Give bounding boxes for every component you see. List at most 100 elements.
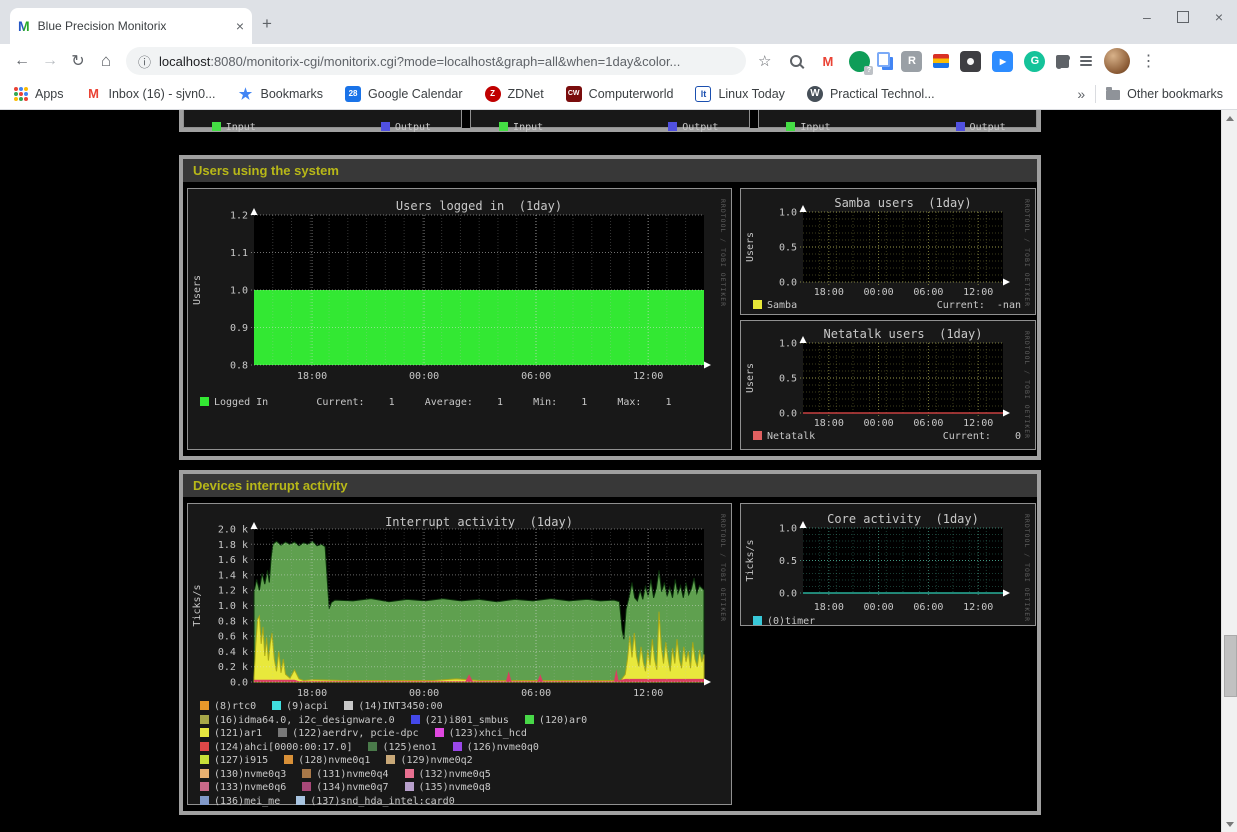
- zdnet-icon: Z: [485, 86, 501, 102]
- copy-icon[interactable]: [877, 52, 890, 67]
- partial-section: InputOutput InputOutput InputOutput: [179, 110, 1041, 132]
- bookmark-label: Apps: [35, 87, 64, 101]
- svg-text:RRDTOOL / TOBI OETIKER: RRDTOOL / TOBI OETIKER: [1023, 331, 1031, 439]
- svg-text:1.8 k: 1.8 k: [218, 540, 248, 551]
- scroll-down-icon[interactable]: [1222, 816, 1237, 832]
- scroll-up-icon[interactable]: [1222, 110, 1237, 126]
- svg-text:Ticks/s: Ticks/s: [745, 539, 756, 581]
- users-logged-in-legend: Logged In Current: 1 Average: 1 Min: 1 M…: [200, 397, 672, 408]
- svg-text:18:00: 18:00: [814, 418, 844, 429]
- svg-text:Core activity (1day): Core activity (1day): [827, 512, 979, 526]
- bookmark-item-wordpress[interactable]: WPractical Technol...: [807, 86, 935, 102]
- bookmark-label: Bookmarks: [261, 87, 324, 101]
- bookmark-star-icon[interactable]: ☆: [758, 52, 771, 70]
- svg-text:1.2 k: 1.2 k: [218, 586, 248, 597]
- interrupt-legend-entry: (136)mei_me: [200, 796, 280, 807]
- media-queue-icon[interactable]: [1080, 56, 1092, 58]
- bookmarks-bar: Apps MInbox (16) - sjvn0... ★Bookmarks 28 Go…: [0, 78, 1237, 110]
- bookmark-item-computerworld[interactable]: CW Computerworld: [566, 86, 674, 102]
- section-title-interrupts: Devices interrupt activity: [183, 474, 1037, 497]
- window-controls: – ×: [1143, 10, 1223, 24]
- users-logged-in-chart[interactable]: Users logged in (1day)0.80.91.01.11.218:…: [187, 188, 732, 450]
- svg-text:18:00: 18:00: [814, 287, 844, 298]
- bookmarks-separator: [1095, 85, 1096, 103]
- svg-text:0.0: 0.0: [230, 678, 248, 689]
- scrollbar-thumb[interactable]: [1224, 635, 1237, 697]
- books-icon[interactable]: [933, 54, 949, 68]
- svg-text:0.0: 0.0: [779, 589, 797, 600]
- svg-text:1.1: 1.1: [230, 248, 248, 259]
- svg-text:12:00: 12:00: [633, 688, 663, 699]
- window-minimize-icon[interactable]: –: [1143, 10, 1151, 24]
- svg-text:00:00: 00:00: [864, 287, 894, 298]
- svg-text:0.9: 0.9: [230, 323, 248, 334]
- bookmark-item-zdnet[interactable]: ZZDNet: [485, 86, 544, 102]
- svg-text:06:00: 06:00: [913, 287, 943, 298]
- svg-text:Ticks/s: Ticks/s: [192, 584, 203, 626]
- svg-text:1.0: 1.0: [779, 208, 797, 219]
- home-icon[interactable]: ⌂: [92, 51, 120, 71]
- svg-text:0.6 k: 0.6 k: [218, 632, 248, 643]
- bookmark-item-star[interactable]: ★Bookmarks: [238, 86, 324, 102]
- computerworld-icon: CW: [566, 86, 582, 102]
- interrupt-activity-chart[interactable]: Interrupt activity (1day)0.00.2 k0.4 k0.…: [187, 503, 732, 805]
- interrupt-legend-entry: (128)nvme0q1: [284, 755, 370, 766]
- bookmark-item-gmail[interactable]: MInbox (16) - sjvn0...: [86, 86, 216, 102]
- svg-text:RRDTOOL / TOBI OETIKER: RRDTOOL / TOBI OETIKER: [1023, 514, 1031, 622]
- browser-tab[interactable]: M Blue Precision Monitorix ×: [10, 8, 252, 44]
- bookmark-label: Google Calendar: [368, 87, 463, 101]
- other-bookmarks-button[interactable]: Other bookmarks: [1106, 87, 1223, 101]
- samba-users-chart[interactable]: Samba users (1day)0.00.51.018:0000:0006:…: [740, 188, 1036, 315]
- interrupt-legend-entry: (124)ahci[0000:00:17.0]: [200, 742, 352, 753]
- bookmarks-overflow-chevron[interactable]: »: [1077, 86, 1085, 102]
- grammarly-icon[interactable]: G: [1024, 51, 1045, 72]
- svg-text:18:00: 18:00: [814, 602, 844, 613]
- page-info-icon[interactable]: ⓘ: [138, 52, 151, 71]
- netatalk-users-legend: NetatalkCurrent: 0: [753, 431, 1021, 442]
- core-activity-legend: (0)timer: [753, 616, 815, 627]
- linux-today-icon: lt: [695, 86, 711, 102]
- interrupt-legend-entry: (121)ar1: [200, 728, 262, 739]
- r-badge-icon[interactable]: R: [901, 51, 922, 72]
- bookmark-label: Computerworld: [589, 87, 674, 101]
- window-close-icon[interactable]: ×: [1215, 10, 1223, 24]
- svg-text:1.6 k: 1.6 k: [218, 555, 248, 566]
- chrome-menu-icon[interactable]: ⋮: [1140, 51, 1156, 71]
- reload-icon[interactable]: ↻: [64, 51, 92, 71]
- interrupt-legend-entry: (135)nvme0q8: [405, 782, 491, 793]
- interrupt-legend-entry: (131)nvme0q4: [302, 769, 388, 780]
- window-maximize-icon[interactable]: [1177, 11, 1189, 23]
- vertical-scrollbar[interactable]: [1221, 110, 1237, 832]
- netatalk-users-chart[interactable]: Netatalk users (1day)0.00.51.018:0000:00…: [740, 320, 1036, 450]
- voice-icon[interactable]: [849, 51, 870, 72]
- extension-icons-row: M R ▶ G: [785, 51, 1092, 72]
- forward-icon[interactable]: →: [36, 52, 64, 70]
- puzzle-icon[interactable]: [1056, 55, 1069, 68]
- bookmark-item-apps-grid[interactable]: Apps: [14, 87, 64, 101]
- svg-text:00:00: 00:00: [864, 418, 894, 429]
- back-icon[interactable]: ←: [8, 52, 36, 70]
- svg-text:1.0 k: 1.0 k: [218, 601, 248, 612]
- address-bar[interactable]: ⓘ localhost:8080/monitorix-cgi/monitorix…: [126, 47, 746, 75]
- bookmark-item-calendar[interactable]: 28 Google Calendar: [345, 86, 463, 102]
- partial-chart-2[interactable]: InputOutput: [470, 110, 749, 128]
- partial-chart-1[interactable]: InputOutput: [183, 110, 462, 128]
- new-tab-button[interactable]: +: [262, 14, 272, 34]
- svg-text:Users: Users: [745, 232, 756, 262]
- monitorix-page: InputOutput InputOutput InputOutput Users …: [0, 110, 1221, 832]
- pocket-icon[interactable]: [960, 51, 981, 72]
- zoom-icon[interactable]: ▶: [992, 51, 1013, 72]
- svg-text:2.0 k: 2.0 k: [218, 525, 248, 536]
- tab-title: Blue Precision Monitorix: [38, 19, 230, 33]
- calendar-icon: 28: [345, 86, 361, 102]
- gmail-icon[interactable]: M: [817, 51, 838, 72]
- bookmark-item-linux-today[interactable]: ltLinux Today: [695, 86, 785, 102]
- svg-text:0.5: 0.5: [779, 556, 797, 567]
- tab-close-icon[interactable]: ×: [236, 18, 244, 34]
- svg-text:0.4 k: 0.4 k: [218, 647, 248, 658]
- partial-chart-3[interactable]: InputOutput: [758, 110, 1037, 128]
- interrupt-activity-legend: (8)rtc0(9)acpi(14)INT3450:00(16)idma64.0…: [200, 701, 603, 809]
- profile-avatar[interactable]: [1104, 48, 1130, 74]
- search-icon[interactable]: [785, 51, 806, 72]
- core-activity-chart[interactable]: Core activity (1day)0.00.51.018:0000:000…: [740, 503, 1036, 626]
